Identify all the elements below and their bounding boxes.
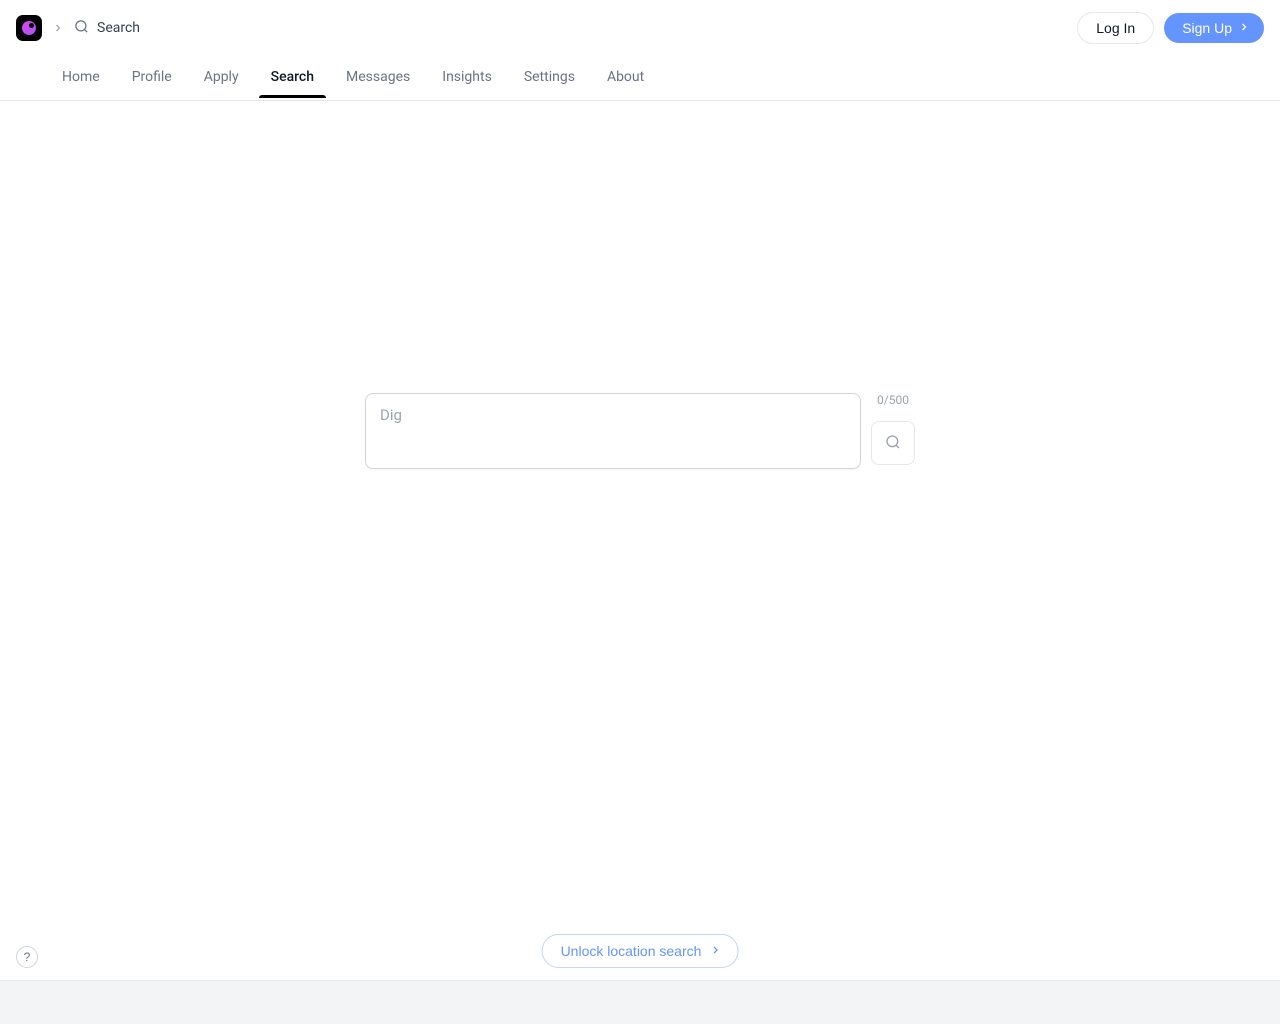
breadcrumb-label: Search (97, 20, 140, 36)
tab-about[interactable]: About (591, 57, 660, 100)
tab-insights[interactable]: Insights (426, 57, 508, 100)
unlock-label: Unlock location search (561, 943, 702, 959)
login-button[interactable]: Log In (1077, 12, 1154, 44)
search-container: 0/500 (365, 393, 915, 469)
unlock-location-button[interactable]: Unlock location search (542, 934, 739, 968)
chevron-right-icon (52, 22, 64, 34)
header: Search Log In Sign Up (0, 0, 1280, 57)
search-icon (885, 434, 901, 453)
search-box (365, 393, 861, 469)
main-content: 0/500 (0, 101, 1280, 469)
header-right: Log In Sign Up (1077, 12, 1264, 44)
search-submit-button[interactable] (871, 421, 915, 465)
search-input[interactable] (380, 406, 846, 456)
chevron-right-icon (1238, 20, 1250, 36)
tab-apply[interactable]: Apply (188, 57, 255, 100)
tab-search[interactable]: Search (255, 57, 330, 100)
signup-label: Sign Up (1182, 20, 1232, 36)
logo-icon (22, 21, 36, 35)
tab-settings[interactable]: Settings (508, 57, 591, 100)
tab-messages[interactable]: Messages (330, 57, 426, 100)
tab-bar: Home Profile Apply Search Messages Insig… (0, 57, 1280, 101)
tab-home[interactable]: Home (46, 57, 116, 100)
char-count: 0/500 (877, 393, 909, 407)
help-icon: ? (24, 950, 31, 964)
tab-profile[interactable]: Profile (116, 57, 188, 100)
app-logo[interactable] (16, 15, 42, 41)
search-side: 0/500 (871, 393, 915, 465)
signup-button[interactable]: Sign Up (1164, 13, 1264, 43)
chevron-right-icon (709, 943, 721, 959)
help-button[interactable]: ? (16, 946, 38, 968)
header-left: Search (16, 15, 140, 41)
search-icon (74, 19, 89, 38)
bottom-bar (0, 980, 1280, 1024)
breadcrumb: Search (74, 19, 140, 38)
